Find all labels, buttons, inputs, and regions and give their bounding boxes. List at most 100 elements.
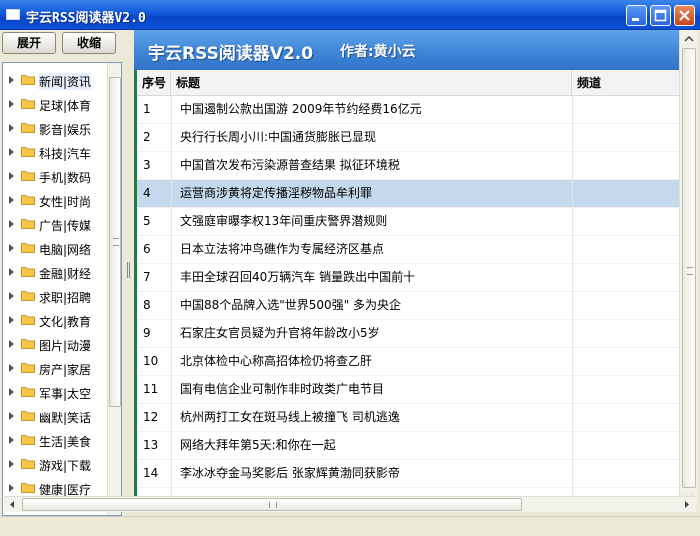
table-row[interactable]: 6 日本立法将冲鸟礁作为专属经济区基点 [137, 236, 679, 264]
expand-arrow-icon[interactable] [9, 196, 14, 204]
close-button[interactable] [674, 5, 695, 26]
row-title[interactable]: 央行行长周小川:中国通货膨胀已显现 [171, 124, 572, 152]
expand-arrow-icon[interactable] [9, 148, 14, 156]
table-row[interactable]: 1 中国遏制公款出国游 2009年节约经费16亿元 [137, 96, 679, 124]
expand-arrow-icon[interactable] [9, 364, 14, 372]
expand-arrow-icon[interactable] [9, 76, 14, 84]
row-title[interactable]: 中国88个品牌入选"世界500强" 多为央企 [171, 292, 572, 320]
tree-item[interactable]: 科技|汽车 [3, 141, 107, 163]
row-channel [572, 404, 679, 432]
scroll-right-button[interactable] [680, 498, 694, 511]
expand-arrow-icon[interactable] [9, 292, 14, 300]
close-icon [679, 10, 690, 21]
tree-item[interactable]: 女性|时尚 [3, 189, 107, 211]
tree-item[interactable]: 影音|娱乐 [3, 117, 107, 139]
table-row[interactable]: 11 国有电信企业可制作非时政类广电节目 [137, 376, 679, 404]
horizontal-scrollbar[interactable] [4, 496, 696, 512]
expand-arrow-icon[interactable] [9, 220, 14, 228]
row-title[interactable]: 中国首次发布污染源普查结果 拟征环境税 [171, 152, 572, 180]
tree-item[interactable]: 新闻|资讯 [3, 69, 107, 91]
expand-arrow-icon[interactable] [9, 340, 14, 348]
row-title[interactable]: 中国遏制公款出国游 2009年节约经费16亿元 [171, 96, 572, 124]
tree-item[interactable]: 房产|家居 [3, 357, 107, 379]
row-title[interactable]: 日本立法将冲鸟礁作为专属经济区基点 [171, 236, 572, 264]
tree-item-label: 手机|数码 [39, 171, 92, 185]
table-vertical-scrollbar[interactable] [679, 30, 697, 508]
expand-arrow-icon[interactable] [9, 460, 14, 468]
tree-item[interactable]: 金融|财经 [3, 261, 107, 283]
tree-scroll-thumb[interactable] [109, 77, 121, 407]
row-channel [572, 376, 679, 404]
table-row[interactable]: 12 杭州两打工女在斑马线上被撞飞 司机逃逸 [137, 404, 679, 432]
expand-arrow-icon[interactable] [9, 316, 14, 324]
panel-splitter[interactable] [124, 30, 134, 508]
maximize-button[interactable] [650, 5, 671, 26]
tree-item[interactable]: 生活|美食 [3, 429, 107, 451]
expand-button[interactable]: 展开 [2, 32, 56, 54]
folder-icon [21, 363, 35, 373]
tree-item[interactable]: 文化|教育 [3, 309, 107, 331]
row-title[interactable]: 运营商涉黄将定传播淫秽物品牟利罪 [171, 180, 572, 208]
collapse-button[interactable]: 收缩 [62, 32, 116, 54]
tree-item-label: 幽默|笑话 [39, 411, 92, 425]
chevron-right-icon [685, 501, 689, 508]
scroll-up-button[interactable] [681, 31, 697, 47]
row-title[interactable]: 石家庄女官员疑为升官将年龄改小5岁 [171, 320, 572, 348]
app-window-icon [6, 9, 20, 20]
folder-icon [21, 435, 35, 445]
expand-arrow-icon[interactable] [9, 244, 14, 252]
expand-arrow-icon[interactable] [9, 484, 14, 492]
row-title[interactable]: 国有电信企业可制作非时政类广电节目 [171, 376, 572, 404]
table-row[interactable]: 7 丰田全球召回40万辆汽车 销量跌出中国前十 [137, 264, 679, 292]
table-row[interactable]: 3 中国首次发布污染源普查结果 拟征环境税 [137, 152, 679, 180]
tree-item[interactable]: 游戏|下载 [3, 453, 107, 475]
row-title[interactable]: 杭州两打工女在斑马线上被撞飞 司机逃逸 [171, 404, 572, 432]
folder-icon [21, 387, 35, 397]
tree-scrollbar[interactable] [107, 63, 121, 515]
expand-arrow-icon[interactable] [9, 436, 14, 444]
table-row[interactable]: 14 李冰冰夺金马奖影后 张家辉黄渤同获影帝 [137, 460, 679, 488]
table-row[interactable]: 9 石家庄女官员疑为升官将年龄改小5岁 [137, 320, 679, 348]
scroll-left-button[interactable] [5, 498, 19, 511]
horizontal-scroll-thumb[interactable] [22, 498, 522, 511]
tree-item[interactable]: 求职|招聘 [3, 285, 107, 307]
table-row[interactable]: 4 运营商涉黄将定传播淫秽物品牟利罪 [137, 180, 679, 208]
row-number: 8 [143, 298, 151, 312]
tree-item-label: 影音|娱乐 [39, 123, 92, 137]
table-row[interactable]: 8 中国88个品牌入选"世界500强" 多为央企 [137, 292, 679, 320]
folder-icon [21, 171, 35, 181]
tree-item-label: 军事|太空 [39, 387, 92, 401]
expand-arrow-icon[interactable] [9, 268, 14, 276]
tree-item[interactable]: 足球|体育 [3, 93, 107, 115]
tree-item[interactable]: 幽默|笑话 [3, 405, 107, 427]
table-row[interactable]: 2 央行行长周小川:中国通货膨胀已显现 [137, 124, 679, 152]
row-title[interactable]: 北京体检中心称高招体检仍将查乙肝 [171, 348, 572, 376]
tree-item[interactable]: 电脑|网络 [3, 237, 107, 259]
expand-arrow-icon[interactable] [9, 172, 14, 180]
expand-arrow-icon[interactable] [9, 412, 14, 420]
column-header-channel[interactable]: 频道 [572, 70, 679, 96]
tree-item[interactable]: 手机|数码 [3, 165, 107, 187]
row-title[interactable]: 文强庭审曝李权13年间重庆警界潜规则 [171, 208, 572, 236]
minimize-button[interactable] [626, 5, 647, 26]
row-title[interactable]: 丰田全球召回40万辆汽车 销量跌出中国前十 [171, 264, 572, 292]
expand-arrow-icon[interactable] [9, 388, 14, 396]
tree-item-label: 女性|时尚 [39, 195, 92, 209]
tree-item[interactable]: 广告|传媒 [3, 213, 107, 235]
table-scroll-thumb[interactable] [682, 48, 696, 488]
category-panel: 展开 收缩 新闻|资讯 足球|体育影音|娱乐科技|汽车手机|数码女性|时尚广告|传… [0, 30, 124, 516]
expand-arrow-icon[interactable] [9, 100, 14, 108]
table-row[interactable]: 5 文强庭审曝李权13年间重庆警界潜规则 [137, 208, 679, 236]
expand-arrow-icon[interactable] [9, 124, 14, 132]
row-title[interactable]: 网络大拜年第5天:和你在一起 [171, 432, 572, 460]
column-header-title[interactable]: 标题 [171, 70, 572, 96]
column-header-num[interactable]: 序号 [137, 70, 171, 96]
table-row[interactable]: 10 北京体检中心称高招体检仍将查乙肝 [137, 348, 679, 376]
table-row[interactable]: 13 网络大拜年第5天:和你在一起 [137, 432, 679, 460]
tree-item[interactable]: 图片|动漫 [3, 333, 107, 355]
row-title[interactable]: 李冰冰夺金马奖影后 张家辉黄渤同获影帝 [171, 460, 572, 488]
row-channel [572, 152, 679, 180]
app-title: 宇云RSS阅读器V2.0 [148, 44, 314, 64]
minimize-icon [632, 18, 639, 21]
tree-item[interactable]: 军事|太空 [3, 381, 107, 403]
